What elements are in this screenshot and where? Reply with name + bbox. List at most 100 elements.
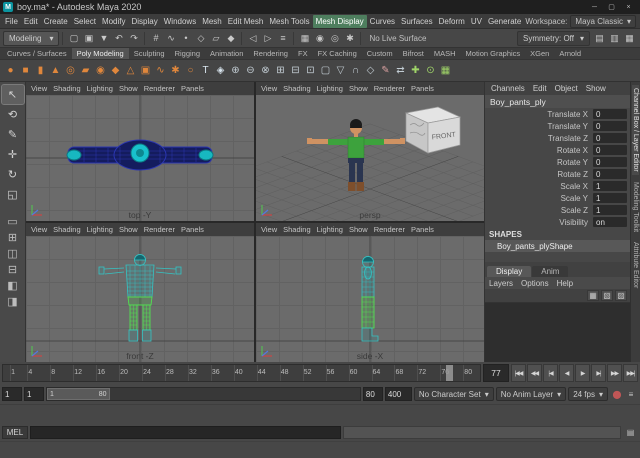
- poly-pyramid-icon[interactable]: △: [123, 61, 138, 80]
- channel-value-field[interactable]: 0: [593, 157, 627, 167]
- shelf-tab[interactable]: Motion Graphics: [461, 48, 526, 59]
- layer-list[interactable]: [485, 302, 630, 362]
- play-backwards-button[interactable]: ◀: [559, 364, 574, 382]
- scale-tool[interactable]: ◱: [2, 185, 24, 204]
- layer-editor-menu-item[interactable]: Layers: [485, 279, 517, 288]
- paint-select-tool[interactable]: ✎: [2, 125, 24, 144]
- channel-value-field[interactable]: 0: [593, 169, 627, 179]
- new-empty-layer-icon[interactable]: ▧: [601, 290, 613, 301]
- animation-end-field[interactable]: 400: [385, 387, 412, 401]
- channel-value-field[interactable]: 1: [593, 193, 627, 203]
- poly-pipe-icon[interactable]: ▣: [138, 61, 153, 80]
- two-pane-stacked-layout-button[interactable]: ⊟: [3, 262, 23, 277]
- append-to-polygon-icon[interactable]: ◇: [363, 61, 378, 80]
- step-forward-frame-button[interactable]: ▶▶: [607, 364, 622, 382]
- shelf-tab[interactable]: Sculpting: [129, 48, 170, 59]
- snap-to-view-plane-icon[interactable]: ▱: [208, 31, 223, 46]
- poly-plane-icon[interactable]: ▰: [78, 61, 93, 80]
- shelf-tab[interactable]: Bifrost: [398, 48, 429, 59]
- menu-set-selector[interactable]: Modeling▾: [3, 31, 59, 46]
- step-back-frame-button[interactable]: ◀◀: [527, 364, 542, 382]
- layer-editor-menu-item[interactable]: Help: [553, 279, 577, 288]
- open-render-view-icon[interactable]: ▦: [297, 31, 312, 46]
- quad-draw-icon[interactable]: ▦: [438, 61, 453, 80]
- viewport-menu-item[interactable]: Lighting: [314, 84, 346, 93]
- viewport-persp-canvas[interactable]: FRONT: [256, 95, 484, 221]
- poly-cube-icon[interactable]: ■: [18, 61, 33, 80]
- render-settings-icon[interactable]: ✱: [342, 31, 357, 46]
- attribute-editor-toggle-icon[interactable]: ▤: [592, 31, 607, 46]
- type-text-icon[interactable]: T: [198, 61, 213, 80]
- step-forward-key-button[interactable]: ▶|: [591, 364, 606, 382]
- shelf-tab[interactable]: Rigging: [170, 48, 205, 59]
- ipr-render-icon[interactable]: ◎: [327, 31, 342, 46]
- viewport-front-canvas[interactable]: front -Z: [26, 236, 254, 362]
- single-pane-layout-button[interactable]: ▭: [3, 214, 23, 229]
- select-tool[interactable]: ↖: [2, 85, 24, 104]
- menu-item[interactable]: UV: [468, 15, 485, 28]
- layer-editor-menu-item[interactable]: Options: [517, 279, 553, 288]
- boolean-difference-icon[interactable]: ⊖: [243, 61, 258, 80]
- lasso-select-tool[interactable]: ⟲: [2, 105, 24, 124]
- boolean-union-icon[interactable]: ⊕: [228, 61, 243, 80]
- shelf-tab[interactable]: Custom: [362, 48, 398, 59]
- maximize-button[interactable]: ▢: [603, 1, 620, 13]
- separate-icon[interactable]: ⊟: [288, 61, 303, 80]
- menu-item[interactable]: Mesh: [199, 15, 225, 28]
- play-forwards-button[interactable]: ▶: [575, 364, 590, 382]
- channel-box-menu-item[interactable]: Show: [582, 84, 610, 93]
- menu-item[interactable]: Select: [71, 15, 99, 28]
- tool-settings-toggle-icon[interactable]: ▥: [607, 31, 622, 46]
- fill-hole-icon[interactable]: ▢: [318, 61, 333, 80]
- svg-import-icon[interactable]: ◈: [213, 61, 228, 80]
- layer-editor-tab[interactable]: Anim: [532, 266, 568, 277]
- menu-item[interactable]: Curves: [367, 15, 398, 28]
- new-layer-from-selected-icon[interactable]: ▨: [615, 290, 627, 301]
- channel-value-field[interactable]: 0: [593, 109, 627, 119]
- auto-keyframe-icon[interactable]: ⬤: [610, 387, 624, 401]
- fps-selector[interactable]: 24 fps▾: [568, 387, 608, 401]
- new-scene-icon[interactable]: ▢: [66, 31, 81, 46]
- viewport-menu-item[interactable]: Shading: [280, 225, 314, 234]
- multi-cut-icon[interactable]: ✚: [408, 61, 423, 80]
- menu-item[interactable]: Mesh Display: [313, 15, 367, 28]
- mirror-icon[interactable]: ⇄: [393, 61, 408, 80]
- menu-item[interactable]: Deform: [436, 15, 468, 28]
- undo-icon[interactable]: ↶: [111, 31, 126, 46]
- persp-outliner-layout-button[interactable]: ◫: [3, 246, 23, 261]
- shape-node-name[interactable]: Boy_pants_plyShape: [485, 240, 630, 252]
- menu-item[interactable]: Surfaces: [398, 15, 436, 28]
- close-button[interactable]: ×: [620, 1, 637, 13]
- render-current-frame-icon[interactable]: ◉: [312, 31, 327, 46]
- shelf-tab[interactable]: FX: [293, 48, 313, 59]
- redo-icon[interactable]: ↷: [126, 31, 141, 46]
- boolean-intersection-icon[interactable]: ⊗: [258, 61, 273, 80]
- poly-helix-icon[interactable]: ∿: [153, 61, 168, 80]
- viewport-menu-item[interactable]: View: [258, 84, 280, 93]
- channel-value-field[interactable]: 1: [593, 181, 627, 191]
- viewport-menu-item[interactable]: Panels: [408, 225, 437, 234]
- viewport-menu-item[interactable]: Renderer: [141, 225, 178, 234]
- poly-gear-icon[interactable]: ✱: [168, 61, 183, 80]
- channel-value-field[interactable]: 0: [593, 145, 627, 155]
- menu-item[interactable]: Generate: [485, 15, 524, 28]
- viewport-menu-item[interactable]: Show: [116, 84, 141, 93]
- channel-value-field[interactable]: 1: [593, 205, 627, 215]
- hypershade-persp-layout-button[interactable]: ◨: [3, 294, 23, 309]
- character-set-selector[interactable]: No Character Set▾: [414, 387, 494, 401]
- minimize-button[interactable]: ─: [586, 1, 603, 13]
- output-connections-icon[interactable]: ▷: [260, 31, 275, 46]
- sidebar-tab[interactable]: Channel Box / Layer Editor: [632, 85, 639, 175]
- channel-box-menu-item[interactable]: Edit: [529, 84, 551, 93]
- viewport-menu-item[interactable]: View: [28, 84, 50, 93]
- extract-icon[interactable]: ⊡: [303, 61, 318, 80]
- sidebar-tab[interactable]: Attribute Editor: [632, 239, 639, 291]
- shelf-tab[interactable]: Animation: [205, 48, 248, 59]
- menu-item[interactable]: Modify: [99, 15, 129, 28]
- viewport-menu-item[interactable]: Show: [116, 225, 141, 234]
- poly-soccer-ball-icon[interactable]: ○: [183, 61, 198, 80]
- step-back-key-button[interactable]: |◀: [543, 364, 558, 382]
- viewport-menu-item[interactable]: Lighting: [84, 84, 116, 93]
- menu-item[interactable]: File: [2, 15, 21, 28]
- four-pane-layout-button[interactable]: ⊞: [3, 230, 23, 245]
